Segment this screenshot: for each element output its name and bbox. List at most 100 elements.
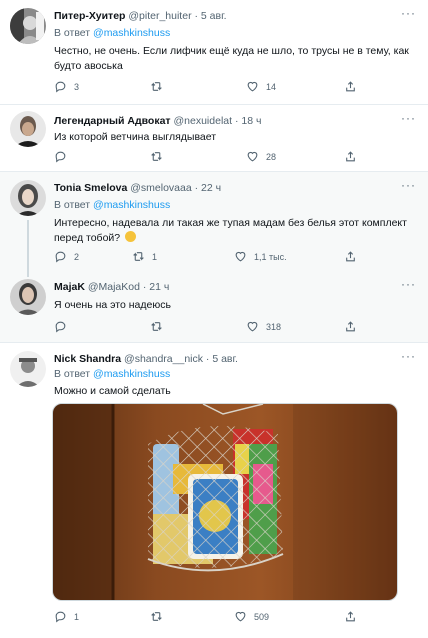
tweet-5[interactable]: Nick Shandra @shandra__nick · 5 авг. ···… [0, 343, 428, 638]
tweet-actions: 3 14 [54, 80, 374, 96]
tweet-time[interactable]: · 5 авг. [206, 353, 238, 365]
share-button[interactable] [344, 320, 357, 333]
tweet-actions: 318 [54, 320, 374, 336]
avatar-piter-huiter[interactable] [10, 8, 46, 44]
like-icon [247, 151, 258, 162]
tweet-time[interactable]: · 5 авг. [195, 10, 227, 22]
more-icon[interactable]: ··· [401, 349, 416, 363]
tweet-5-header: Nick Shandra @shandra__nick · 5 авг. [54, 353, 238, 365]
share-button[interactable] [344, 150, 357, 163]
tweet-time[interactable]: · 22 ч [195, 182, 221, 194]
tweet-actions: 2 1 1,1 тыс. [54, 250, 374, 266]
author-name[interactable]: Tonia Smelova [54, 182, 127, 194]
retweet-button[interactable] [150, 610, 170, 623]
retweet-button[interactable] [150, 80, 170, 93]
more-icon[interactable]: ··· [401, 6, 416, 20]
retweet-icon [151, 612, 162, 621]
tweet-4-header: MajaK @MajaKod · 21 ч [54, 281, 169, 293]
share-icon [346, 151, 355, 162]
reply-to-mention[interactable]: @mashkinshuss [93, 27, 170, 39]
like-count: 1,1 тыс. [254, 251, 287, 262]
reply-count: 3 [74, 81, 80, 92]
author-name[interactable]: MajaK [54, 281, 85, 293]
author-handle[interactable]: @shandra__nick [124, 353, 203, 365]
retweet-count: 1 [152, 251, 158, 262]
author-handle[interactable]: @piter_huiter [128, 10, 191, 22]
reply-count: 1 [74, 611, 80, 622]
share-button[interactable] [344, 610, 357, 623]
like-count: 318 [266, 321, 282, 332]
mesh-bag-photo [53, 404, 397, 600]
tweet-text: Можно и самой сделать [54, 385, 171, 397]
author-name[interactable]: Nick Shandra [54, 353, 121, 365]
reply-to-mention[interactable]: @mashkinshuss [93, 368, 170, 380]
reply-to-prefix: В ответ [54, 368, 91, 380]
retweet-icon [151, 322, 162, 331]
like-count: 14 [266, 81, 277, 92]
retweet-icon [151, 82, 162, 91]
share-icon [346, 611, 355, 622]
retweet-button[interactable]: 1 [132, 250, 157, 263]
tweet-3[interactable]: Tonia Smelova @smelovaaa · 22 ч ··· В от… [0, 172, 428, 271]
author-handle[interactable]: @MajaKod [88, 281, 140, 293]
share-button[interactable] [344, 250, 357, 263]
tweet-actions: 28 [54, 150, 374, 166]
avatar-legendary-advokat[interactable] [10, 111, 46, 147]
tweet-1-header: Питер-Хуитер @piter_huiter · 5 авг. [54, 10, 227, 22]
like-button[interactable]: 14 [246, 80, 276, 93]
reply-to-line: В ответ @mashkinshuss [54, 199, 170, 211]
tweet-2[interactable]: Легендарный Адвокат @nexuidelat · 18 ч ·… [0, 105, 428, 171]
thinking-face-emoji [125, 230, 137, 242]
retweet-icon [133, 252, 144, 261]
like-icon [247, 81, 258, 92]
share-icon [346, 251, 355, 262]
reply-icon [55, 611, 66, 623]
tweet-actions: 1 509 [54, 610, 374, 626]
more-icon[interactable]: ··· [401, 111, 416, 125]
like-icon [235, 611, 246, 622]
thread-line [27, 271, 29, 277]
tweet-time[interactable]: · 18 ч [235, 115, 261, 127]
like-button[interactable]: 28 [246, 150, 276, 163]
like-icon [247, 321, 258, 332]
avatar-nick-shandra[interactable] [10, 351, 46, 387]
reply-to-prefix: В ответ [54, 27, 91, 39]
tweet-text: Интересно, надевала ли такая же тупая ма… [54, 217, 407, 244]
avatar-majak[interactable] [10, 279, 46, 315]
author-handle[interactable]: @smelovaaa [130, 182, 191, 194]
more-icon[interactable]: ··· [401, 277, 416, 291]
reply-to-prefix: В ответ [54, 199, 91, 211]
tweet-4[interactable]: MajaK @MajaKod · 21 ч ··· Я очень на это… [0, 271, 428, 342]
share-icon [346, 81, 355, 92]
reply-icon [55, 251, 66, 263]
like-button[interactable]: 509 [234, 610, 269, 623]
reply-button[interactable]: 3 [54, 80, 79, 93]
share-button[interactable] [344, 80, 357, 93]
reply-icon [55, 321, 66, 333]
retweet-button[interactable] [150, 150, 170, 163]
tweet-1[interactable]: Питер-Хуитер @piter_huiter · 5 авг. ··· … [0, 0, 428, 104]
like-count: 509 [254, 611, 270, 622]
reply-to-line: В ответ @mashkinshuss [54, 27, 170, 39]
tweet-time[interactable]: · 21 ч [143, 281, 169, 293]
reply-button[interactable] [54, 320, 74, 333]
reply-to-mention[interactable]: @mashkinshuss [93, 199, 170, 211]
reply-button[interactable]: 2 [54, 250, 79, 263]
author-name[interactable]: Питер-Хуитер [54, 10, 125, 22]
like-button[interactable]: 1,1 тыс. [234, 250, 287, 263]
tweet-photo[interactable] [52, 403, 398, 601]
reply-button[interactable] [54, 150, 74, 163]
more-icon[interactable]: ··· [401, 178, 416, 192]
reply-icon [55, 151, 66, 163]
tweet-text: Я очень на это надеюсь [54, 299, 171, 311]
avatar-tonia-smelova[interactable] [10, 180, 46, 216]
tweet-3-header: Tonia Smelova @smelovaaa · 22 ч [54, 182, 221, 194]
like-button[interactable]: 318 [246, 320, 281, 333]
reply-button[interactable]: 1 [54, 610, 79, 623]
like-count: 28 [266, 151, 277, 162]
retweet-button[interactable] [150, 320, 170, 333]
author-handle[interactable]: @nexuidelat [174, 115, 233, 127]
tweet-text-wrap: Интересно, надевала ли такая же тупая ма… [54, 216, 410, 245]
reply-to-line: В ответ @mashkinshuss [54, 368, 170, 380]
author-name[interactable]: Легендарный Адвокат [54, 115, 171, 127]
